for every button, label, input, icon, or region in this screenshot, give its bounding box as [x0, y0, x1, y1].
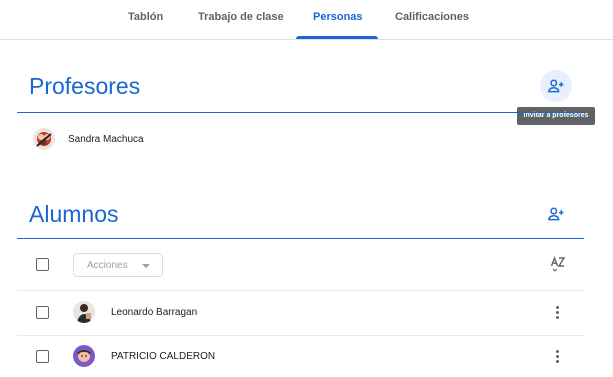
tab-calificaciones[interactable]: Calificaciones: [395, 0, 469, 39]
avatar: [33, 128, 55, 150]
actions-dropdown[interactable]: Acciones: [73, 253, 163, 277]
active-tab-indicator: [296, 36, 378, 39]
caret-down-icon: [142, 264, 150, 268]
tab-personas[interactable]: Personas: [313, 0, 363, 39]
avatar: [73, 301, 95, 323]
row-divider: [17, 335, 584, 336]
sort-az-icon[interactable]: [549, 254, 567, 272]
select-all-checkbox[interactable]: [36, 258, 49, 271]
invite-teachers-button[interactable]: [540, 70, 572, 102]
student-name[interactable]: Leonardo Barragan: [111, 307, 197, 318]
tab-trabajo-de-clase[interactable]: Trabajo de clase: [198, 0, 284, 39]
students-section-rule: [17, 238, 584, 239]
teachers-section-title: Profesores: [29, 73, 141, 99]
top-tab-bar: Tablón Trabajo de clase Personas Calific…: [0, 0, 613, 40]
student-name[interactable]: PATRICIO CALDERON: [111, 351, 215, 362]
tab-tablon[interactable]: Tablón: [128, 0, 163, 39]
invite-teachers-tooltip: Invitar a profesores: [517, 107, 595, 125]
actions-dropdown-label: Acciones: [87, 260, 128, 271]
teacher-name[interactable]: Sandra Machuca: [68, 134, 144, 145]
invite-students-button[interactable]: [540, 198, 572, 230]
row-divider: [17, 290, 584, 291]
student-checkbox[interactable]: [36, 350, 49, 363]
add-person-icon: [548, 207, 564, 221]
more-options-icon[interactable]: [550, 303, 564, 321]
avatar: [73, 345, 95, 367]
more-options-icon[interactable]: [550, 347, 564, 365]
teachers-section-rule: [17, 112, 584, 113]
add-person-icon: [548, 79, 564, 93]
students-section-title: Alumnos: [29, 201, 119, 227]
student-checkbox[interactable]: [36, 306, 49, 319]
